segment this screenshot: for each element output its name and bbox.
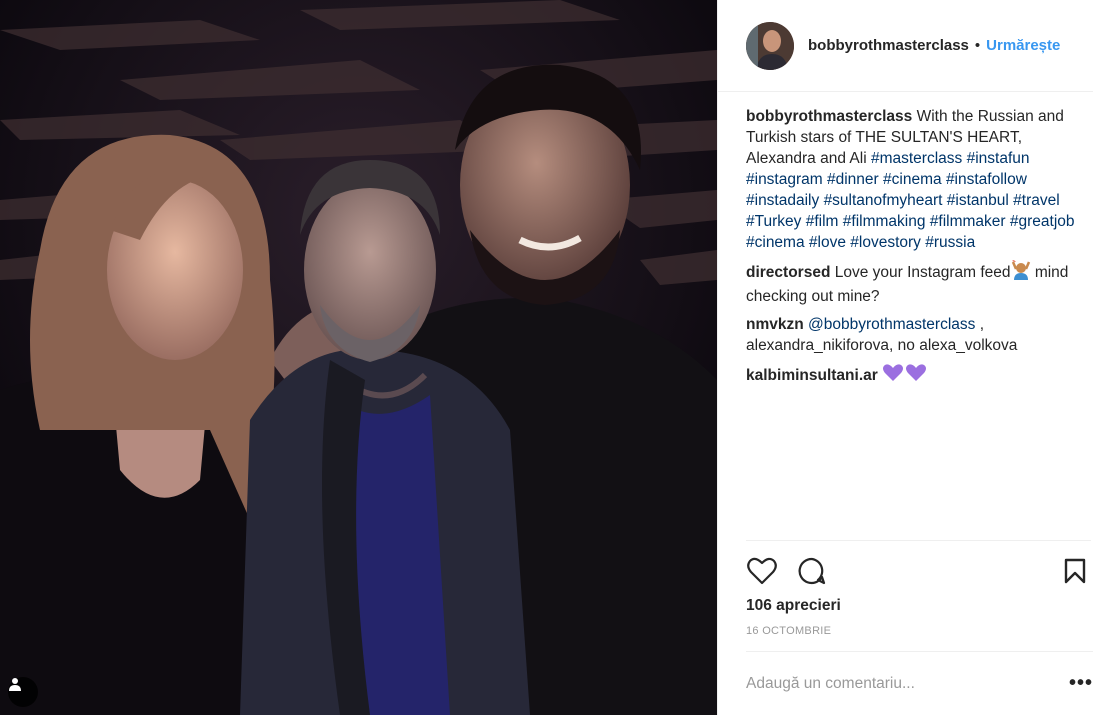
comment-button[interactable] bbox=[796, 555, 828, 587]
hashtag-link[interactable]: #instafollow bbox=[946, 171, 1027, 188]
hashtag-link[interactable]: #filmmaking bbox=[843, 213, 926, 230]
hashtag-link[interactable]: #love bbox=[809, 234, 846, 251]
hashtag-link[interactable]: #filmmaker bbox=[930, 213, 1006, 230]
follow-button[interactable]: Urmărește bbox=[986, 37, 1060, 54]
hashtag-link[interactable]: #film bbox=[806, 213, 839, 230]
hashtag-link[interactable]: #instadaily bbox=[746, 192, 819, 209]
comment-input[interactable] bbox=[746, 674, 1061, 693]
hashtag-link[interactable]: #Turkey bbox=[746, 213, 801, 230]
post-side-panel: bobbyrothmasterclass • Urmărește bobbyro… bbox=[717, 0, 1107, 715]
like-button[interactable] bbox=[746, 555, 778, 587]
hashtag-link[interactable]: #sultanofmyheart bbox=[824, 192, 943, 209]
post-modal: bobbyrothmasterclass • Urmărește bobbyro… bbox=[0, 0, 1107, 715]
hashtag-link[interactable]: #instagram bbox=[746, 171, 823, 188]
more-options-icon[interactable]: ••• bbox=[1061, 672, 1093, 695]
hashtag-link[interactable]: #cinema bbox=[883, 171, 942, 188]
hashtag-link[interactable]: #cinema bbox=[746, 234, 805, 251]
post-date: 16 OCTOMBRIE bbox=[746, 625, 832, 637]
comment-username[interactable]: kalbiminsultani.ar bbox=[746, 367, 878, 384]
hashtag-link[interactable]: #travel bbox=[1013, 192, 1060, 209]
hashtag-link[interactable]: #lovestory bbox=[850, 234, 921, 251]
hashtag-link[interactable]: #russia bbox=[925, 234, 975, 251]
likes-count[interactable]: 106 aprecieri bbox=[746, 597, 1091, 615]
avatar[interactable] bbox=[746, 21, 794, 70]
comment-item: directorsed Love your Instagram feed min… bbox=[746, 260, 1091, 307]
comment-icon bbox=[798, 557, 826, 585]
person-raising-hands-emoji bbox=[1011, 260, 1031, 286]
comment-item: nmvkzn @bobbyrothmasterclass , alexandra… bbox=[746, 314, 1091, 356]
hashtag-link[interactable]: #instafun bbox=[967, 150, 1030, 167]
hashtag-link[interactable]: #dinner bbox=[827, 171, 879, 188]
comment-text: Love your Instagram feed bbox=[834, 264, 1011, 281]
hashtag-link[interactable]: #masterclass bbox=[871, 150, 962, 167]
comment-item: kalbiminsultani.ar bbox=[746, 363, 1091, 389]
post-actions-area: 106 aprecieri 16 OCTOMBRIE bbox=[718, 540, 1107, 651]
post-header: bobbyrothmasterclass • Urmărește bbox=[718, 0, 1093, 92]
avatar-image bbox=[746, 21, 794, 70]
comment-username[interactable]: directorsed bbox=[746, 264, 830, 281]
bookmark-icon bbox=[1064, 558, 1086, 584]
hashtag-link[interactable]: #greatjob bbox=[1010, 213, 1075, 230]
comment-username[interactable]: nmvkzn bbox=[746, 316, 804, 333]
add-comment-bar: ••• bbox=[746, 651, 1093, 715]
action-bar bbox=[746, 541, 1091, 597]
save-button[interactable] bbox=[1059, 555, 1091, 587]
caption-username[interactable]: bobbyrothmasterclass bbox=[746, 108, 912, 125]
hashtag-link[interactable]: #istanbul bbox=[947, 192, 1009, 209]
photo-illustration bbox=[0, 0, 717, 715]
heart-icon bbox=[747, 557, 777, 585]
post-photo[interactable] bbox=[0, 0, 717, 715]
user-tag-button[interactable] bbox=[8, 677, 38, 707]
caption: bobbyrothmasterclass With the Russian an… bbox=[746, 106, 1091, 253]
user-tag-icon bbox=[9, 678, 21, 691]
comment-mention[interactable]: @bobbyrothmasterclass bbox=[808, 316, 975, 333]
comments-list: bobbyrothmasterclass With the Russian an… bbox=[718, 92, 1107, 540]
separator-dot: • bbox=[974, 37, 981, 54]
header-username[interactable]: bobbyrothmasterclass bbox=[808, 37, 969, 54]
purple-hearts-emoji bbox=[882, 363, 928, 389]
